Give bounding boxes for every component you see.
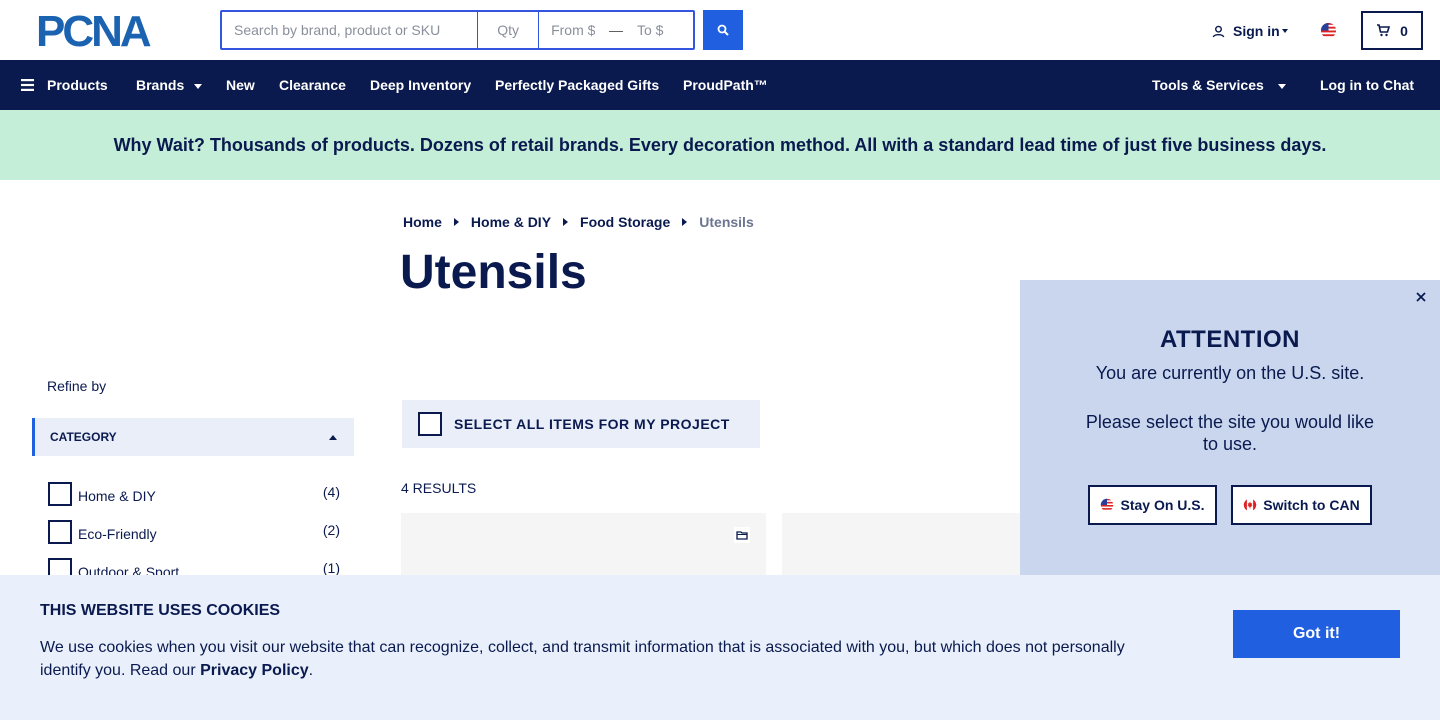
canada-flag-icon	[1244, 498, 1257, 512]
nav-brands[interactable]: Brands	[136, 60, 203, 110]
cart-button[interactable]: 0	[1361, 11, 1423, 50]
stay-on-us-button[interactable]: Stay On U.S.	[1088, 485, 1217, 525]
cookie-banner: THIS WEBSITE USES COOKIES We use cookies…	[0, 575, 1440, 720]
user-icon	[1212, 25, 1225, 37]
nav-products[interactable]: Products	[21, 60, 108, 110]
cookie-period: .	[308, 662, 314, 679]
search-input[interactable]	[222, 12, 478, 48]
promo-text: Why Wait? Thousands of products. Dozens …	[113, 134, 1327, 155]
folder-icon[interactable]	[734, 527, 750, 543]
filter-count: (4)	[322, 484, 340, 500]
refine-by-label: Refine by	[47, 378, 107, 394]
results-count: 4 RESULTS	[401, 480, 477, 496]
filter-checkbox[interactable]	[48, 482, 72, 506]
nav-tools-label: Tools & Services	[1152, 77, 1264, 93]
nav-products-label: Products	[47, 77, 108, 93]
cookie-title: THIS WEBSITE USES COOKIES	[40, 602, 281, 619]
filter-home-diy[interactable]: Home & DIY (4)	[48, 482, 340, 508]
privacy-policy-link[interactable]: Privacy Policy	[200, 662, 309, 679]
category-header-label: CATEGORY	[50, 430, 117, 444]
breadcrumb-food-storage[interactable]: Food Storage	[580, 214, 670, 230]
popup-select-site-text: Please select the site you would like to…	[1085, 412, 1375, 454]
site-header: PCNA — Sign in	[0, 0, 1440, 60]
breadcrumb: Home Home & DIY Food Storage Utensils	[403, 213, 754, 231]
select-all-items[interactable]: SELECT ALL ITEMS FOR MY PROJECT	[402, 400, 760, 448]
price-to-input[interactable]	[625, 12, 693, 48]
nav-new[interactable]: New	[226, 60, 255, 110]
close-icon	[1416, 292, 1426, 302]
price-separator: —	[609, 22, 624, 38]
nav-login-chat[interactable]: Log in to Chat	[1320, 60, 1414, 110]
filter-label: Eco-Friendly	[78, 526, 157, 542]
nav-brands-label: Brands	[136, 77, 185, 93]
chevron-up-icon	[329, 435, 337, 440]
cart-icon	[1377, 24, 1391, 37]
page-title: Utensils	[400, 246, 587, 299]
logo-text: PCNA	[36, 12, 151, 50]
search-icon	[717, 24, 729, 36]
price-from-input[interactable]	[539, 12, 608, 48]
cart-count: 0	[1400, 22, 1408, 39]
pcna-logo[interactable]: PCNA	[36, 12, 184, 50]
qty-input[interactable]	[477, 12, 540, 48]
cookie-text: We use cookies when you visit our websit…	[40, 636, 1150, 682]
nav-packaged-gifts[interactable]: Perfectly Packaged Gifts	[495, 60, 659, 110]
select-all-checkbox[interactable]	[418, 412, 442, 436]
sign-in-button[interactable]: Sign in	[1212, 20, 1288, 42]
caret-right-icon	[563, 218, 569, 226]
sign-in-label: Sign in	[1233, 23, 1280, 39]
breadcrumb-current: Utensils	[699, 214, 754, 230]
hamburger-menu-icon	[21, 79, 34, 91]
nav-clearance[interactable]: Clearance	[279, 60, 346, 110]
switch-to-can-button[interactable]: Switch to CAN	[1231, 485, 1372, 525]
chevron-down-icon	[194, 83, 203, 89]
switch-to-can-label: Switch to CAN	[1263, 497, 1360, 513]
popup-current-site-text: You are currently on the U.S. site.	[1095, 363, 1365, 383]
got-it-button[interactable]: Got it!	[1233, 610, 1400, 658]
region-select-popup: ATTENTION You are currently on the U.S. …	[1020, 280, 1440, 580]
nav-deep-inventory[interactable]: Deep Inventory	[370, 60, 471, 110]
filter-label: Home & DIY	[78, 488, 156, 504]
stay-on-us-label: Stay On U.S.	[1120, 497, 1205, 513]
breadcrumb-home-diy[interactable]: Home & DIY	[471, 214, 551, 230]
filter-count: (2)	[322, 522, 340, 538]
popup-title: ATTENTION	[1159, 326, 1301, 353]
breadcrumb-home[interactable]: Home	[403, 214, 442, 230]
filter-eco-friendly[interactable]: Eco-Friendly (2)	[48, 520, 340, 546]
filter-count: (1)	[322, 560, 340, 576]
caret-right-icon	[682, 218, 688, 226]
nav-proudpath[interactable]: ProudPath™	[683, 60, 768, 110]
chevron-down-icon	[1281, 29, 1288, 33]
us-flag-icon[interactable]	[1320, 22, 1337, 39]
category-filter-header[interactable]: CATEGORY	[32, 418, 354, 456]
promo-banner: Why Wait? Thousands of products. Dozens …	[0, 110, 1440, 180]
chevron-down-icon	[1277, 83, 1286, 89]
close-button[interactable]	[1412, 288, 1430, 306]
caret-right-icon	[453, 218, 459, 226]
us-flag-icon	[1101, 498, 1114, 512]
search-button[interactable]	[703, 10, 743, 50]
main-nav: Products Brands New Clearance Deep Inven…	[0, 60, 1440, 110]
select-all-label: SELECT ALL ITEMS FOR MY PROJECT	[454, 416, 730, 432]
nav-tools-services[interactable]: Tools & Services	[1152, 60, 1286, 110]
filter-checkbox[interactable]	[48, 520, 72, 544]
search-form: —	[220, 10, 695, 50]
